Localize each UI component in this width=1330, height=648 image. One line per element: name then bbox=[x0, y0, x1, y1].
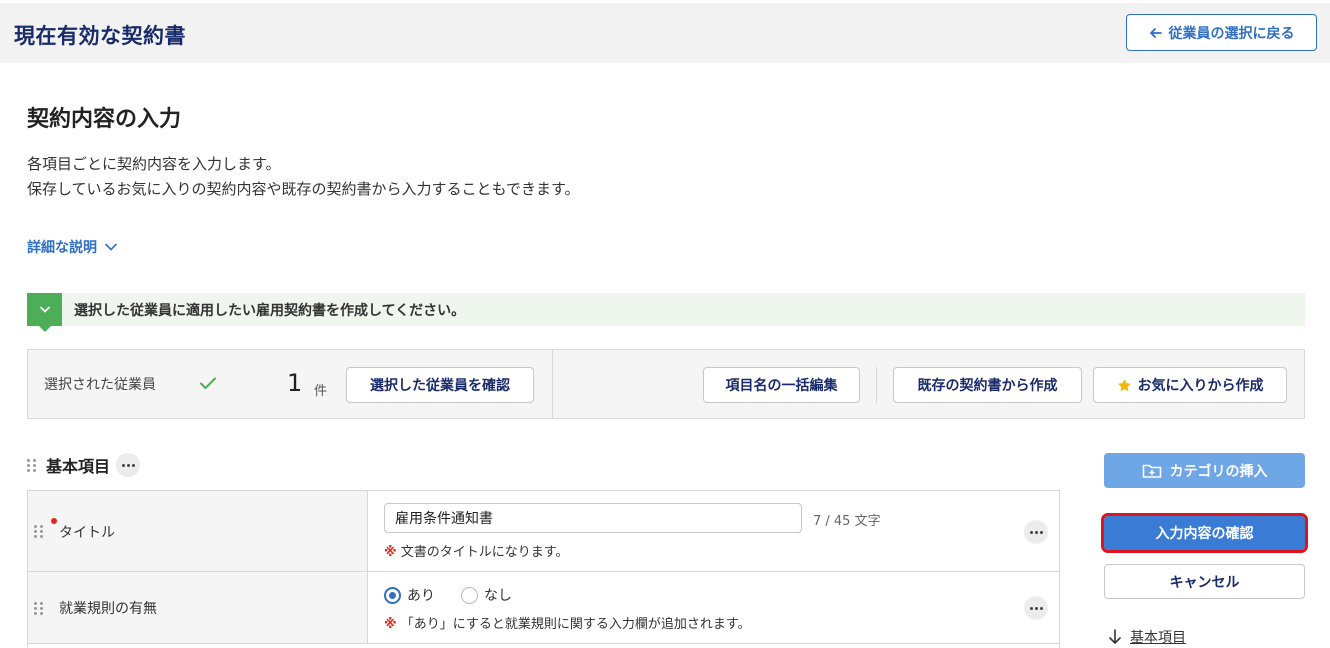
description: 各項目ごとに契約内容を入力します。 保存しているお気に入りの契約内容や既存の契約… bbox=[27, 152, 579, 202]
arrow-left-icon bbox=[1149, 27, 1162, 38]
page-header: 現在有効な契約書 従業員の選択に戻る bbox=[0, 3, 1330, 63]
arrow-down-icon bbox=[1109, 629, 1121, 644]
banner-message: 選択した従業員に適用したい雇用契約書を作成してください。 bbox=[74, 303, 466, 319]
row-label-cell: タイトル bbox=[28, 491, 368, 571]
create-from-existing-button[interactable]: 既存の契約書から作成 bbox=[893, 367, 1082, 403]
button-separator bbox=[876, 367, 877, 403]
insert-category-button[interactable]: カテゴリの挿入 bbox=[1104, 453, 1305, 488]
work-rules-note: ※ 「あり」にすると就業規則に関する入力欄が追加されます。 bbox=[384, 613, 751, 632]
bulk-edit-item-names-button[interactable]: 項目名の一括編集 bbox=[703, 367, 860, 403]
form-row-title: タイトル 7 / 45 文字 ※ 文書のタイトルになります。 bbox=[28, 491, 1059, 572]
cancel-button[interactable]: キャンセル bbox=[1104, 564, 1305, 599]
chevron-down-icon bbox=[39, 306, 50, 313]
description-line-1: 各項目ごとに契約内容を入力します。 bbox=[27, 155, 281, 173]
note-mark: ※ bbox=[384, 545, 397, 560]
employee-count: 1 bbox=[287, 369, 303, 397]
chevron-down-icon bbox=[105, 243, 117, 251]
details-link-label: 詳細な説明 bbox=[27, 240, 97, 256]
jump-to-basic-items-link[interactable]: 基本項目 bbox=[1108, 627, 1186, 647]
radio-selected-icon bbox=[384, 586, 401, 604]
section-heading: 契約内容の入力 bbox=[27, 107, 182, 132]
row-more-options-button[interactable] bbox=[1024, 520, 1048, 544]
radio-label: あり bbox=[407, 588, 435, 604]
star-icon bbox=[1117, 378, 1131, 391]
note-text: 文書のタイトルになります。 bbox=[400, 545, 569, 560]
drag-handle-icon[interactable] bbox=[34, 602, 43, 615]
anchor-link-label: 基本項目 bbox=[1130, 630, 1186, 646]
note-mark: ※ bbox=[384, 617, 397, 632]
radio-unselected-icon bbox=[461, 586, 478, 604]
back-button-label: 従業員の選択に戻る bbox=[1168, 25, 1295, 42]
confirm-input-button[interactable]: 入力内容の確認 bbox=[1101, 513, 1308, 553]
required-indicator bbox=[51, 518, 57, 524]
row-label: タイトル bbox=[59, 525, 115, 541]
form-row-work-rules: 就業規則の有無 あり なし ※ 「あり」にすると就業規則に関する入力欄が追加され… bbox=[28, 572, 1059, 644]
section-title: 基本項目 bbox=[46, 457, 111, 476]
create-from-favorites-button[interactable]: お気に入りから作成 bbox=[1093, 367, 1287, 403]
back-to-employee-selection-button[interactable]: 従業員の選択に戻る bbox=[1126, 14, 1317, 51]
title-note: ※ 文書のタイトルになります。 bbox=[384, 541, 568, 560]
drag-handle-icon[interactable] bbox=[27, 458, 36, 472]
character-counter: 7 / 45 文字 bbox=[813, 514, 881, 529]
check-icon bbox=[200, 377, 216, 389]
drag-handle-icon[interactable] bbox=[34, 525, 43, 538]
folder-plus-icon bbox=[1142, 464, 1161, 478]
favorites-button-label: お気に入りから作成 bbox=[1137, 378, 1264, 394]
row-more-options-button[interactable] bbox=[1024, 596, 1048, 620]
instruction-banner: 選択した従業員に適用したい雇用契約書を作成してください。 bbox=[27, 293, 1305, 332]
banner-chevron[interactable] bbox=[27, 293, 62, 326]
insert-category-label: カテゴリの挿入 bbox=[1169, 463, 1268, 480]
radio-option-no[interactable]: なし bbox=[461, 585, 512, 605]
note-text: 「あり」にすると就業規則に関する入力欄が追加されます。 bbox=[400, 617, 751, 632]
section-more-options-button[interactable] bbox=[116, 453, 141, 477]
details-toggle-link[interactable]: 詳細な説明 bbox=[27, 237, 117, 257]
row-label: 就業規則の有無 bbox=[59, 601, 157, 617]
panel-divider bbox=[552, 350, 553, 418]
selected-employees-label: 選択された従業員 bbox=[44, 377, 156, 393]
confirm-selected-employees-button[interactable]: 選択した従業員を確認 bbox=[346, 367, 534, 403]
banner-pointer bbox=[39, 326, 51, 332]
basic-items-form: タイトル 7 / 45 文字 ※ 文書のタイトルになります。 就業規則の有無 あ… bbox=[27, 490, 1060, 648]
radio-label: なし bbox=[484, 588, 512, 604]
employee-count-unit: 件 bbox=[314, 384, 328, 399]
radio-option-yes[interactable]: あり bbox=[384, 585, 435, 605]
description-line-2: 保存しているお気に入りの契約内容や既存の契約書から入力することもできます。 bbox=[27, 180, 580, 198]
row-label-cell: 就業規則の有無 bbox=[28, 572, 368, 643]
title-input[interactable] bbox=[384, 503, 802, 533]
page-title: 現在有効な契約書 bbox=[14, 24, 186, 48]
basic-items-section-header: 基本項目 bbox=[27, 453, 141, 477]
selected-employees-panel: 選択された従業員 1 件 選択した従業員を確認 項目名の一括編集 既存の契約書か… bbox=[27, 349, 1305, 419]
